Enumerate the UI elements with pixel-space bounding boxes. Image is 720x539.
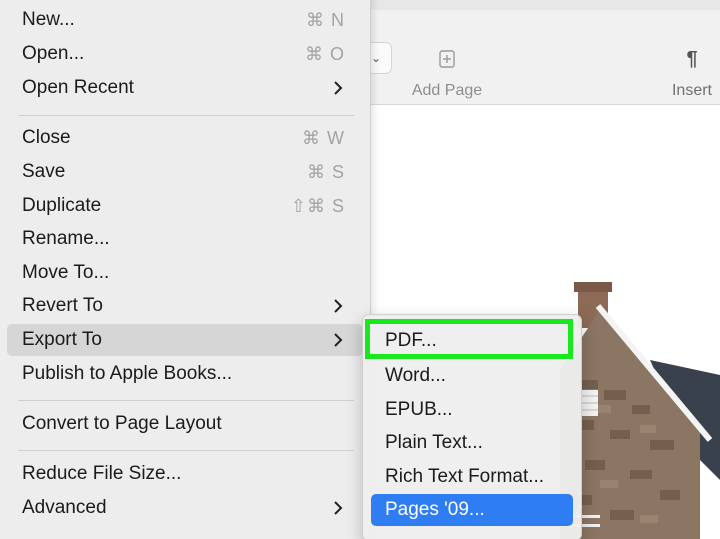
shortcut-label: ⌘ N bbox=[306, 9, 345, 30]
menu-item-label: Advanced bbox=[22, 497, 107, 518]
export-plain-text[interactable]: Plain Text... bbox=[371, 427, 573, 459]
menu-item-rename[interactable]: Rename... bbox=[7, 223, 363, 255]
menu-item-label: Export To bbox=[22, 329, 102, 350]
add-page-button[interactable]: Add Page bbox=[408, 44, 486, 100]
menu-item-label: Reduce File Size... bbox=[22, 463, 182, 484]
menu-item-label: Convert to Page Layout bbox=[22, 413, 222, 434]
menu-separator bbox=[18, 400, 354, 401]
chevron-right-icon bbox=[334, 81, 343, 95]
menu-item-label: Revert To bbox=[22, 295, 103, 316]
export-word[interactable]: Word... bbox=[371, 360, 573, 392]
annotation-highlight-box bbox=[365, 319, 573, 359]
menu-item-new[interactable]: New... ⌘ N bbox=[7, 4, 363, 36]
menu-item-label: Open Recent bbox=[22, 77, 134, 98]
pilcrow-icon: ¶ bbox=[686, 47, 698, 70]
shortcut-label: ⇧⌘ S bbox=[290, 195, 345, 216]
menu-item-label: Publish to Apple Books... bbox=[22, 363, 233, 384]
file-menu: New... ⌘ N Open... ⌘ O Open Recent Close… bbox=[0, 0, 371, 539]
menu-item-export-to[interactable]: Export To bbox=[7, 324, 363, 356]
menu-item-save[interactable]: Save ⌘ S bbox=[7, 156, 363, 188]
export-pages-09[interactable]: Pages '09... bbox=[371, 494, 573, 526]
add-page-label: Add Page bbox=[411, 82, 483, 99]
shortcut-label: ⌘ S bbox=[306, 161, 345, 182]
export-rich-text-format[interactable]: Rich Text Format... bbox=[371, 461, 573, 493]
submenu-item-label: EPUB... bbox=[385, 399, 453, 420]
menu-item-reduce-file-size[interactable]: Reduce File Size... bbox=[7, 458, 363, 490]
menu-item-revert-to[interactable]: Revert To bbox=[7, 290, 363, 322]
menu-item-close[interactable]: Close ⌘ W bbox=[7, 122, 363, 154]
chevron-right-icon bbox=[334, 333, 343, 347]
menu-item-move-to[interactable]: Move To... bbox=[7, 257, 363, 289]
submenu-item-label: Pages '09... bbox=[385, 499, 485, 520]
menu-item-label: Close bbox=[22, 127, 71, 148]
insert-label: Insert bbox=[671, 82, 712, 99]
menu-item-label: Move To... bbox=[22, 262, 110, 283]
menu-item-duplicate[interactable]: Duplicate ⇧⌘ S bbox=[7, 190, 363, 222]
menu-item-publish-apple-books[interactable]: Publish to Apple Books... bbox=[7, 358, 363, 390]
insert-button[interactable]: ¶ Insert bbox=[664, 44, 720, 100]
menu-separator bbox=[18, 450, 354, 451]
menu-item-convert-page-layout[interactable]: Convert to Page Layout bbox=[7, 408, 363, 440]
submenu-item-label: Plain Text... bbox=[385, 432, 483, 453]
menu-item-label: Duplicate bbox=[22, 195, 102, 216]
menu-item-open[interactable]: Open... ⌘ O bbox=[7, 38, 363, 70]
export-epub[interactable]: EPUB... bbox=[371, 394, 573, 426]
menu-item-open-recent[interactable]: Open Recent bbox=[7, 72, 363, 104]
menu-item-label: New... bbox=[22, 9, 75, 30]
screen: ⌄ Add Page ¶ Insert New... ⌘ N Open... ⌘… bbox=[0, 0, 720, 539]
submenu-item-label: Word... bbox=[385, 365, 446, 386]
menu-item-label: Open... bbox=[22, 43, 85, 64]
add-page-icon bbox=[437, 44, 457, 74]
shortcut-label: ⌘ W bbox=[302, 127, 345, 148]
menu-item-advanced[interactable]: Advanced bbox=[7, 492, 363, 524]
menu-item-label: Save bbox=[22, 161, 66, 182]
chevron-right-icon bbox=[334, 501, 343, 515]
shortcut-label: ⌘ O bbox=[304, 43, 345, 64]
menu-separator bbox=[18, 115, 354, 116]
submenu-item-label: Rich Text Format... bbox=[385, 466, 545, 487]
chevron-right-icon bbox=[334, 299, 343, 313]
menu-item-label: Rename... bbox=[22, 228, 110, 249]
chevron-down-icon: ⌄ bbox=[370, 51, 382, 65]
